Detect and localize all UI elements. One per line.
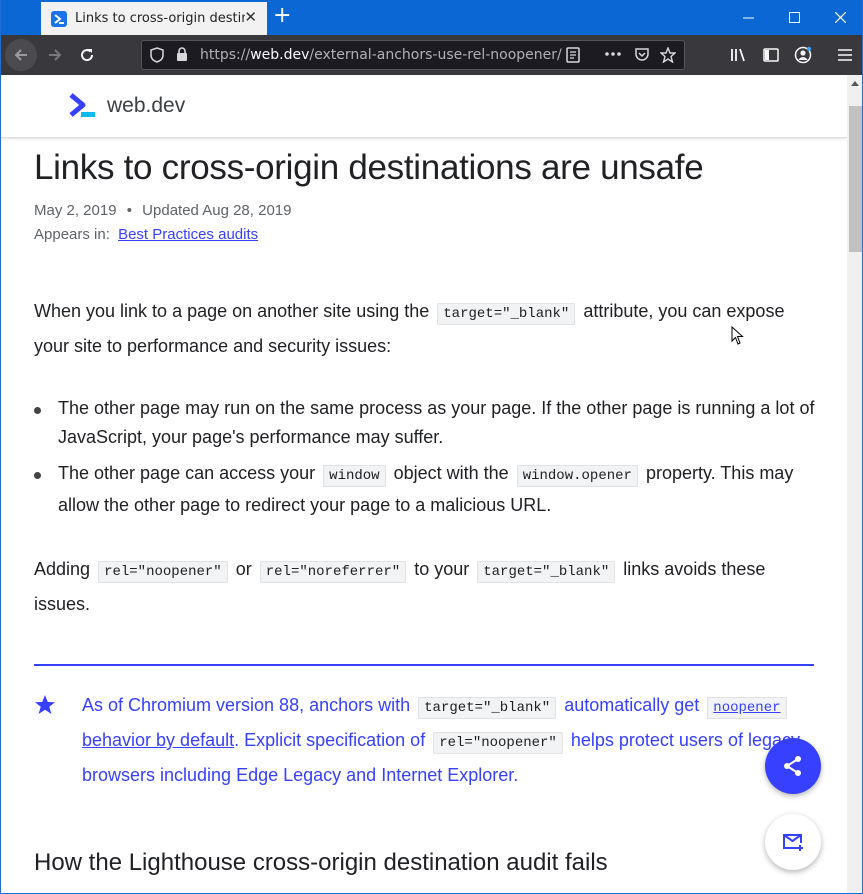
callout-text-3: . Explicit specification of — [234, 730, 426, 750]
minimize-button[interactable] — [725, 0, 771, 35]
webdev-logo[interactable]: web.dev — [69, 93, 185, 119]
code-noopener: noopener — [707, 697, 787, 719]
adding-text-3: to your — [414, 559, 470, 579]
scroll-up-arrow-icon[interactable] — [851, 81, 859, 86]
star-icon — [34, 694, 56, 722]
pocket-icon[interactable] — [634, 47, 650, 67]
browser-tab[interactable]: Links to cross-origin destina ✕ — [41, 2, 267, 35]
shield-icon[interactable] — [150, 47, 164, 67]
callout-text-2: automatically get — [564, 695, 700, 715]
navigation-toolbar: https://web.dev/external-anchors-use-rel… — [1, 35, 862, 75]
forward-button[interactable] — [39, 39, 71, 71]
share-icon — [784, 756, 801, 776]
code-target-blank-2: target="_blank" — [477, 561, 616, 583]
updated-date: Updated Aug 28, 2019 — [142, 202, 292, 219]
maximize-button[interactable] — [771, 0, 817, 35]
browser-window: Links to cross-origin destina ✕ + https:… — [0, 0, 863, 894]
close-window-button[interactable] — [817, 0, 862, 35]
library-icon[interactable] — [723, 39, 755, 71]
share-button[interactable] — [765, 738, 821, 794]
code-target-blank-3: target="_blank" — [418, 697, 557, 719]
appears-label: Appears in: — [34, 226, 110, 243]
tab-close-icon[interactable]: ✕ — [244, 10, 257, 25]
adding-paragraph: Adding rel="noopener" or rel="noreferrer… — [34, 553, 824, 620]
list-item: The other page can access your window ob… — [34, 459, 824, 520]
mouse-cursor-icon — [731, 325, 745, 350]
adding-text-1: Adding — [34, 559, 91, 579]
webdev-logo-icon — [69, 93, 95, 117]
bullet-2-text-1: The other page can access your — [58, 463, 316, 483]
code-rel-noreferrer: rel="noreferrer" — [259, 561, 407, 583]
mail-add-icon — [783, 834, 803, 851]
code-window: window — [323, 465, 386, 487]
publish-date: May 2, 2019 — [34, 202, 117, 219]
page-actions-icon[interactable] — [604, 46, 622, 66]
appears-in: Appears in: Best Practices audits — [34, 226, 258, 243]
site-header: web.dev — [1, 75, 847, 138]
reader-view-icon[interactable] — [566, 47, 580, 67]
logo-text: web.dev — [107, 94, 186, 117]
bullet-2-text-2: object with the — [393, 463, 509, 483]
issues-list: The other page may run on the same proce… — [34, 394, 824, 527]
new-tab-button[interactable]: + — [273, 5, 291, 27]
callout-text-1: As of Chromium version 88, anchors with — [82, 695, 411, 715]
list-item: The other page may run on the same proce… — [34, 394, 824, 452]
lock-icon[interactable] — [176, 47, 188, 66]
intro-text-1: When you link to a page on another site … — [34, 301, 430, 321]
code-window-opener: window.opener — [516, 465, 638, 487]
account-icon[interactable] — [787, 39, 819, 71]
bullet-1-text: The other page may run on the same proce… — [58, 398, 815, 447]
article-meta: May 2, 2019 • Updated Aug 28, 2019 — [34, 202, 291, 219]
sidebar-icon[interactable] — [755, 39, 787, 71]
tab-title: Links to cross-origin destina — [75, 11, 245, 26]
title-bar: Links to cross-origin destina ✕ + — [1, 0, 862, 35]
meta-separator: • — [126, 202, 132, 219]
callout-text: As of Chromium version 88, anchors with … — [82, 689, 822, 791]
intro-paragraph: When you link to a page on another site … — [34, 295, 824, 362]
vertical-scrollbar[interactable] — [847, 75, 862, 893]
back-button[interactable] — [5, 39, 37, 71]
noopener-link-text: behavior by default — [82, 730, 235, 750]
webdev-favicon-icon — [51, 10, 67, 27]
scrollbar-thumb[interactable] — [849, 106, 862, 252]
callout-divider — [34, 664, 814, 666]
page-title: Links to cross-origin destinations are u… — [34, 148, 704, 187]
section-heading: How the Lighthouse cross-origin destinat… — [34, 849, 608, 876]
bookmark-star-icon[interactable] — [659, 46, 677, 67]
subscribe-button[interactable] — [765, 814, 821, 870]
code-rel-noopener: rel="noopener" — [98, 561, 228, 583]
reload-button[interactable] — [71, 39, 103, 71]
adding-text-2: or — [235, 559, 252, 579]
url-text[interactable]: https://web.dev/external-anchors-use-rel… — [200, 47, 562, 63]
code-target-blank: target="_blank" — [437, 303, 576, 325]
code-rel-noopener-2: rel="noopener" — [433, 732, 563, 754]
menu-hamburger-icon[interactable] — [829, 39, 861, 71]
address-bar[interactable]: https://web.dev/external-anchors-use-rel… — [141, 40, 685, 70]
best-practices-link[interactable]: Best Practices audits — [118, 226, 258, 243]
web-page: web.dev Links to cross-origin destinatio… — [1, 75, 847, 893]
